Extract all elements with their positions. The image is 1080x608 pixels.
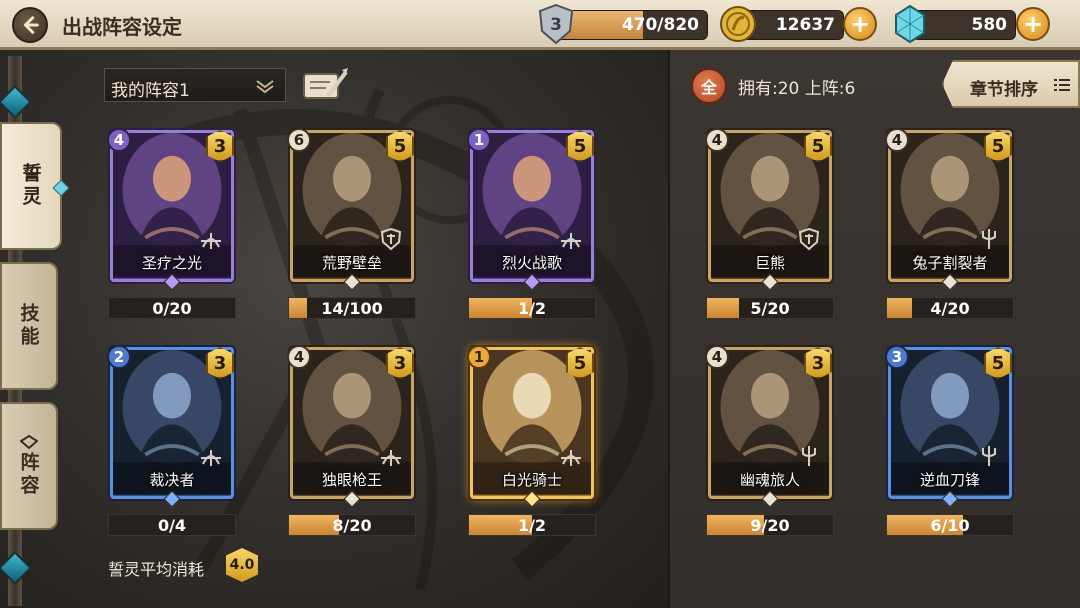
sort-button[interactable]: 章节排序 [942,60,1080,108]
collection-card[interactable]: 幽魂旅人 4 3 [705,345,832,508]
card-progress-text: 0/4 [157,516,187,535]
card-progress-bar: 1/2 [468,514,596,536]
bow-class-icon [201,450,221,466]
card-progress-text: 5/20 [750,299,790,318]
back-button[interactable] [12,7,48,43]
card-name: 逆血刀锋 [919,471,980,489]
formation-icon [20,434,38,449]
lineup-card[interactable]: 独眼枪王 4 3 [287,345,414,508]
rename-scroll-icon[interactable] [298,66,350,104]
card-name: 巨熊 [754,254,785,272]
card-progress-bar: 0/4 [108,514,236,536]
gold-coin-icon [718,3,758,45]
chevron-down-icon [256,80,274,94]
filter-all-button[interactable]: 全 [691,68,727,104]
collection-card[interactable]: 兔子割裂者 4 5 [885,128,1012,291]
card-name: 荒野壁垒 [321,254,382,272]
shield-class-icon [798,227,820,251]
list-icon [1054,79,1070,91]
card-count-badge: 4 [885,128,909,152]
lineup-dropdown[interactable]: 我的阵容1 [104,68,286,102]
tab-spirits-label: 誓灵 [19,163,42,209]
card-progress-text: 14/100 [321,299,383,318]
card-progress-bar: 5/20 [706,297,834,319]
card-count-badge: 1 [467,345,491,369]
lineup-card[interactable]: 白光骑士 1 5 [467,345,594,508]
card-progress-text: 1/2 [517,516,547,535]
card-name: 兔子割裂者 [912,254,988,272]
svg-text:3: 3 [550,15,562,35]
card-name: 白光骑士 [501,471,562,489]
gem-value: 580 [971,15,1008,35]
arrow-left-icon [23,16,39,34]
tab-formation[interactable]: 阵容 [0,402,58,530]
stamina-shield-icon: 3 [536,3,576,45]
card-progress-bar: 14/100 [288,297,416,319]
add-gold-button[interactable]: + [843,7,877,41]
plus-icon: + [1022,10,1044,38]
trident-class-icon [802,446,816,466]
card-progress-bar: 4/20 [886,297,1014,319]
card-name: 幽魂旅人 [739,471,800,489]
card-progress-bar: 1/2 [468,297,596,319]
gold-value: 12637 [775,15,835,35]
plus-icon: + [849,10,871,38]
card-progress-text: 6/10 [930,516,970,535]
card-name: 圣疗之光 [141,254,202,272]
gem-crystal-icon [890,3,930,45]
bow-class-icon [381,450,401,466]
card-progress-bar: 8/20 [288,514,416,536]
lineup-card[interactable]: 圣疗之光 4 3 [107,128,234,291]
card-count-badge: 4 [705,345,729,369]
tab-skills[interactable]: 技能 [0,262,58,390]
shield-class-icon [380,227,402,251]
bow-class-icon [561,233,581,249]
card-name: 烈火战歌 [501,254,562,272]
average-cost-label: 誓灵平均消耗 [108,560,205,579]
tab-spirits[interactable]: 誓灵 [0,122,70,250]
card-progress-text: 0/20 [152,299,192,318]
stamina-value: 470/820 [621,15,699,35]
lineup-name: 我的阵容1 [111,81,190,101]
card-progress-bar: 0/20 [108,297,236,319]
card-count-badge: 4 [287,345,311,369]
lineup-card[interactable]: 荒野壁垒 6 5 [287,128,414,291]
filter-all-label: 全 [700,78,717,97]
owned-count: 拥有:20 上阵:6 [738,79,856,99]
page-title: 出战阵容设定 [62,15,182,39]
sort-label: 章节排序 [970,80,1038,100]
trident-class-icon [982,446,996,466]
add-gem-button[interactable]: + [1016,7,1050,41]
card-progress-bar: 9/20 [706,514,834,536]
collection-card[interactable]: 巨熊 4 5 [705,128,832,291]
stamina-bar: 470/820 [556,10,708,40]
tab-skills-label: 技能 [17,303,40,349]
card-name: 独眼枪王 [321,471,382,489]
card-count-badge: 3 [885,345,909,369]
card-name: 裁决者 [149,471,195,489]
bow-class-icon [201,233,221,249]
card-count-badge: 4 [107,128,131,152]
card-progress-text: 4/20 [930,299,970,318]
bow-class-icon [561,450,581,466]
card-count-badge: 6 [287,128,311,152]
collection-card[interactable]: 逆血刀锋 3 5 [885,345,1012,508]
lineup-card[interactable]: 烈火战歌 1 5 [467,128,594,291]
lineup-card[interactable]: 裁决者 2 3 [107,345,234,508]
trident-class-icon [982,229,996,249]
card-count-badge: 4 [705,128,729,152]
card-count-badge: 1 [467,128,491,152]
top-bar: 出战阵容设定 470/820 3 12637 + 580 + [0,0,1080,50]
tab-formation-label: 阵容 [17,451,40,498]
card-progress-text: 9/20 [750,516,790,535]
card-progress-bar: 6/10 [886,514,1014,536]
card-count-badge: 2 [107,345,131,369]
card-progress-text: 8/20 [332,516,372,535]
card-progress-text: 1/2 [517,299,547,318]
